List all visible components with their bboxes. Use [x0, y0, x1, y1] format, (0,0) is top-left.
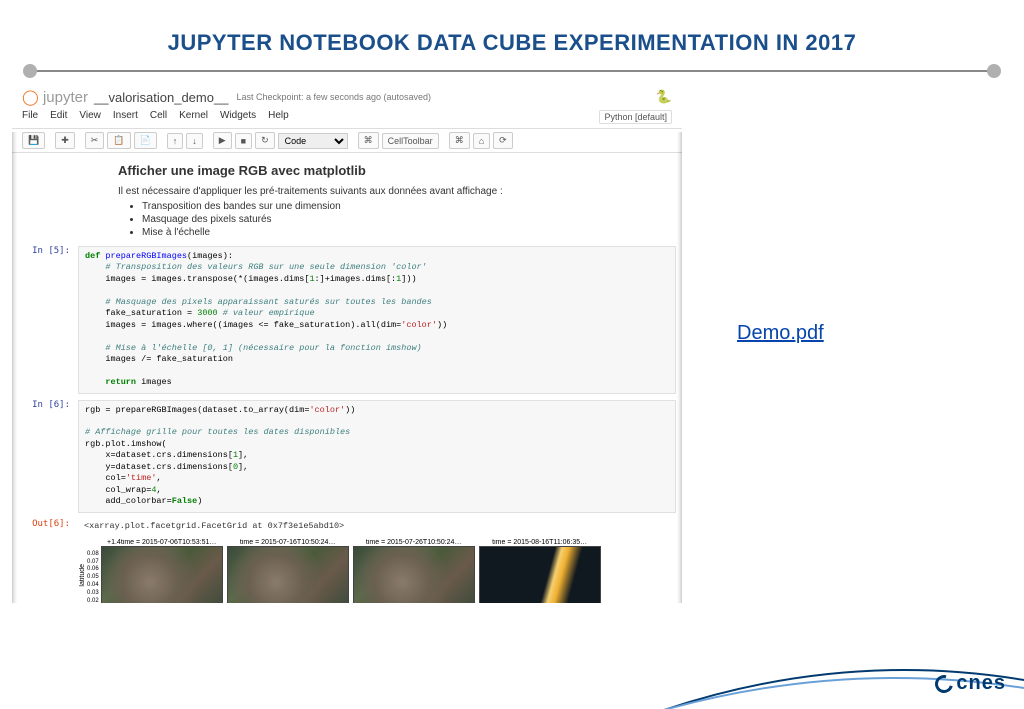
- celltoolbar-button[interactable]: CellToolbar: [382, 133, 439, 149]
- markdown-cell[interactable]: Afficher une image RGB avec matplotlib I…: [118, 163, 636, 238]
- jupyter-header: ◯ jupyter __valorisation_demo__ Last Che…: [12, 84, 682, 106]
- menu-widgets[interactable]: Widgets: [220, 110, 256, 124]
- facet-grid: latitude 0.080.070.060.050.040.030.020.0…: [78, 539, 676, 603]
- demo-pdf-link[interactable]: Demo.pdf: [737, 322, 824, 344]
- extra-button-1[interactable]: ⌘: [449, 132, 470, 149]
- stop-button[interactable]: ■: [235, 133, 252, 149]
- bullet: Masquage des pixels saturés: [142, 214, 636, 225]
- menu-edit[interactable]: Edit: [50, 110, 67, 124]
- cell-type-select[interactable]: Code: [278, 133, 348, 149]
- extra-button-2[interactable]: ⌂: [473, 133, 490, 149]
- add-cell-button[interactable]: ✚: [55, 132, 75, 149]
- restart-button[interactable]: ↻: [255, 132, 275, 149]
- paste-button[interactable]: 📄: [134, 132, 157, 149]
- menu-help[interactable]: Help: [268, 110, 289, 124]
- cut-button[interactable]: ✂: [85, 132, 105, 149]
- toolbar: 💾 ✚ ✂ 📋 📄 ↑ ↓ ▶ ■ ↻ Code ⌘ CellToolbar ⌘…: [12, 129, 682, 153]
- code-area[interactable]: def prepareRGBImages(images): # Transpos…: [78, 246, 676, 394]
- jupyter-screenshot: ◯ jupyter __valorisation_demo__ Last Che…: [12, 84, 682, 603]
- notebook-title[interactable]: __valorisation_demo__: [94, 90, 228, 105]
- move-down-button[interactable]: ↓: [186, 133, 203, 149]
- menu-cell[interactable]: Cell: [150, 110, 167, 124]
- out-prompt: Out[6]:: [18, 519, 78, 533]
- menu-insert[interactable]: Insert: [113, 110, 138, 124]
- y-axis-label: latitude: [78, 564, 87, 587]
- markdown-intro: Il est nécessaire d'appliquer les pré-tr…: [118, 186, 636, 197]
- y-ticks: 0.080.070.060.050.040.030.020.01: [87, 539, 101, 603]
- save-button[interactable]: 💾: [22, 132, 45, 149]
- code-area[interactable]: rgb = prepareRGBImages(dataset.to_array(…: [78, 400, 676, 513]
- markdown-heading: Afficher une image RGB avec matplotlib: [118, 163, 636, 180]
- move-up-button[interactable]: ↑: [167, 133, 184, 149]
- in-prompt: In [6]:: [18, 400, 78, 513]
- code-cell-5[interactable]: In [5]: def prepareRGBImages(images): # …: [18, 246, 676, 394]
- menu-kernel[interactable]: Kernel: [179, 110, 208, 124]
- bullet: Transposition des bandes sur une dimensi…: [142, 201, 636, 212]
- menu-file[interactable]: File: [22, 110, 38, 124]
- notebook-body: Afficher une image RGB avec matplotlib I…: [12, 153, 682, 603]
- code-cell-6[interactable]: In [6]: rgb = prepareRGBImages(dataset.t…: [18, 400, 676, 513]
- slide-title: JUPYTER NOTEBOOK DATA CUBE EXPERIMENTATI…: [0, 0, 1024, 70]
- bullet: Mise à l'échelle: [142, 227, 636, 238]
- run-button[interactable]: ▶: [213, 132, 232, 149]
- satellite-thumb: [353, 546, 475, 603]
- output-cell-6: Out[6]: <xarray.plot.facetgrid.FacetGrid…: [18, 519, 676, 533]
- output-text: <xarray.plot.facetgrid.FacetGrid at 0x7f…: [78, 519, 676, 533]
- extra-button-3[interactable]: ⟳: [493, 132, 513, 149]
- python-icon: 🐍: [656, 89, 672, 105]
- cnes-logo: cnes: [935, 672, 1006, 695]
- command-palette-button[interactable]: ⌘: [358, 132, 379, 149]
- menu-bar: File Edit View Insert Cell Kernel Widget…: [12, 106, 682, 129]
- kernel-indicator[interactable]: Python [default]: [599, 110, 672, 124]
- in-prompt: In [5]:: [18, 246, 78, 394]
- jupyter-logo: ◯ jupyter: [22, 88, 88, 106]
- satellite-thumb: [227, 546, 349, 603]
- checkpoint-text: Last Checkpoint: a few seconds ago (auto…: [236, 92, 431, 102]
- divider: [30, 70, 994, 72]
- satellite-thumb: [479, 546, 601, 603]
- menu-view[interactable]: View: [79, 110, 101, 124]
- copy-button[interactable]: 📋: [107, 132, 130, 149]
- satellite-thumb: [101, 546, 223, 603]
